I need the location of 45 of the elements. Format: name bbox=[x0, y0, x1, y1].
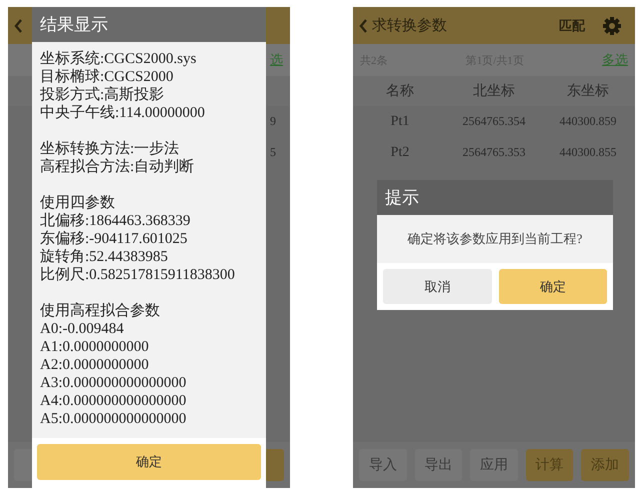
result-line: 使用四参数 bbox=[40, 194, 116, 212]
table-cell-text: Pt1 bbox=[390, 114, 410, 130]
match-button[interactable]: 匹配 bbox=[559, 16, 585, 34]
settings-icon[interactable] bbox=[603, 16, 621, 34]
confirm-button[interactable]: 确定 bbox=[37, 444, 261, 480]
result-line: A3:0.000000000000000 bbox=[40, 374, 188, 392]
table-cell-text: Pt2 bbox=[390, 144, 410, 160]
table-cell: 5 bbox=[270, 145, 276, 160]
result-line: A5:0.000000000000000 bbox=[40, 410, 188, 428]
result-line: 中央子午线:114.00000000 bbox=[40, 104, 206, 122]
toolbar-button[interactable]: 应用 bbox=[470, 449, 518, 481]
multi-select-link[interactable]: 选 bbox=[270, 51, 283, 69]
cancel-button[interactable]: 取消 bbox=[383, 269, 492, 304]
result-line: A1:0.0000000000 bbox=[40, 338, 150, 356]
result-line: 坐标系统:CGCS2000.sys bbox=[40, 50, 198, 68]
table-cell-text: 2564765.353 bbox=[462, 145, 526, 160]
result-line: 东偏移:-904117.601025 bbox=[40, 230, 188, 248]
column-header: 东坐标 bbox=[566, 82, 610, 100]
result-line: A0:-0.009484 bbox=[40, 320, 125, 338]
table-cell-text: 440300.859 bbox=[558, 114, 618, 129]
back-icon[interactable] bbox=[14, 18, 23, 32]
column-header: 名称 bbox=[385, 82, 415, 100]
result-line: A4:0.000000000000000 bbox=[40, 392, 188, 410]
multi-select-link[interactable]: 多选 bbox=[602, 51, 628, 69]
result-line: 目标椭球:CGCS2000 bbox=[40, 68, 174, 86]
confirm-button[interactable]: 确定 bbox=[498, 269, 607, 304]
table-cell-text: 440300.855 bbox=[558, 145, 618, 160]
column-header: 北坐标 bbox=[472, 82, 516, 100]
toolbar-button[interactable]: 导入 bbox=[359, 449, 407, 481]
toolbar-button[interactable]: 导出 bbox=[414, 449, 462, 481]
result-line: 高程拟合方法:自动判断 bbox=[40, 158, 196, 176]
result-line: 使用高程拟合参数 bbox=[40, 302, 161, 320]
dialog-message: 确定将该参数应用到当前工程? bbox=[408, 230, 582, 248]
back-icon[interactable] bbox=[359, 18, 368, 32]
result-line: 坐标转换方法:一步法 bbox=[40, 140, 180, 158]
result-line: A2:0.0000000000 bbox=[40, 356, 150, 374]
table-cell: 9 bbox=[270, 114, 276, 129]
dialog-title: 结果显示 bbox=[40, 14, 108, 36]
dialog-title: 提示 bbox=[385, 187, 419, 209]
result-line: 比例尺:0.582517815911838300 bbox=[40, 266, 236, 284]
result-line: 旋转角:52.44383985 bbox=[40, 248, 169, 266]
result-line: 投影方式:高斯投影 bbox=[40, 86, 166, 104]
result-line: 北偏移:1864463.368339 bbox=[40, 212, 192, 230]
table-cell-text: 2564765.354 bbox=[462, 114, 526, 129]
screen-title: 求转换参数 bbox=[372, 16, 448, 35]
